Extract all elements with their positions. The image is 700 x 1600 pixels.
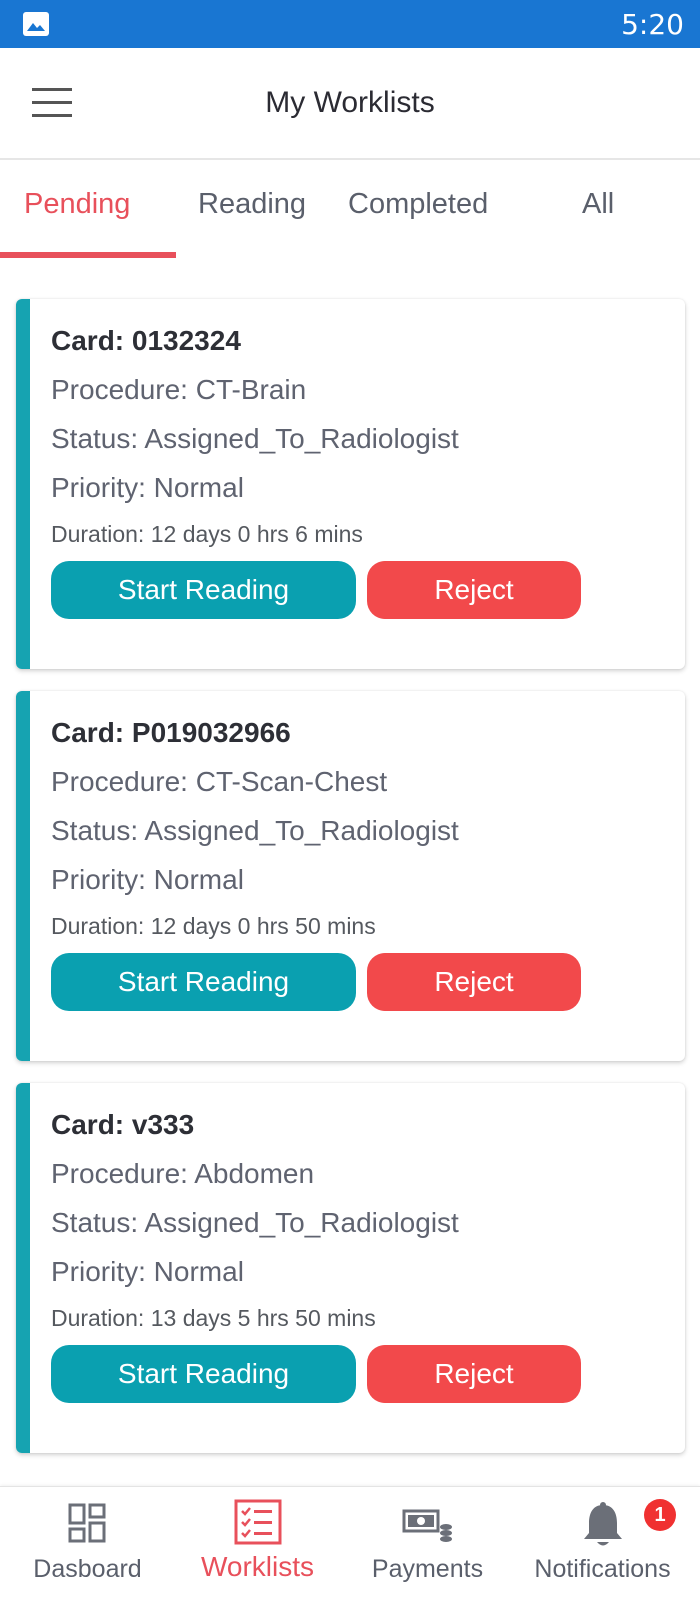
- card-procedure: Procedure: CT-Brain: [51, 374, 307, 405]
- tab-reading[interactable]: Reading: [198, 188, 306, 221]
- card-procedure: Procedure: CT-Scan-Chest: [51, 766, 388, 797]
- worklist-card[interactable]: Card: v333 Procedure: Abdomen Status: As…: [16, 1083, 685, 1453]
- card-status: Status: Assigned_To_Radiologist: [51, 815, 459, 846]
- worklist-card[interactable]: Card: P019032966 Procedure: CT-Scan-Ches…: [16, 691, 685, 1061]
- reject-button[interactable]: Reject: [367, 561, 581, 619]
- card-id: Card: 0132324: [51, 325, 241, 356]
- card-duration: Duration: 13 days 5 hrs 50 mins: [51, 1305, 376, 1331]
- page-title: My Worklists: [265, 86, 435, 119]
- card-duration: Duration: 12 days 0 hrs 6 mins: [51, 521, 363, 547]
- card-procedure: Procedure: Abdomen: [51, 1158, 315, 1189]
- image-icon: [23, 12, 49, 36]
- reject-button[interactable]: Reject: [367, 1345, 581, 1403]
- checklist-icon: [234, 1499, 281, 1545]
- nav-label: Worklists: [200, 1551, 315, 1582]
- payments-icon: [402, 1509, 452, 1542]
- tab-all[interactable]: All: [582, 188, 614, 221]
- nav-item-worklists[interactable]: Worklists: [170, 1487, 345, 1600]
- status-bar: 5:20: [0, 0, 700, 48]
- worklist-card[interactable]: Card: 0132324 Procedure: CT-Brain Status…: [16, 299, 685, 669]
- card-status: Status: Assigned_To_Radiologist: [51, 423, 459, 454]
- status-time: 5:20: [621, 8, 684, 41]
- tab-bar: Pending Reading Completed All: [0, 160, 700, 258]
- card-id: Card: v333: [51, 1109, 195, 1140]
- bell-icon: [583, 1502, 622, 1546]
- nav-label: Notifications: [534, 1555, 671, 1583]
- card-priority: Priority: Normal: [51, 864, 244, 895]
- start-reading-button[interactable]: Start Reading: [51, 1345, 356, 1403]
- nav-item-dashboard[interactable]: Dasboard: [0, 1487, 175, 1600]
- card-accent-bar: [16, 691, 30, 1061]
- card-priority: Priority: Normal: [51, 472, 244, 503]
- start-reading-button[interactable]: Start Reading: [51, 561, 356, 619]
- tab-pending[interactable]: Pending: [24, 188, 130, 221]
- card-accent-bar: [16, 299, 30, 669]
- active-tab-indicator: [0, 252, 176, 258]
- card-status: Status: Assigned_To_Radiologist: [51, 1207, 459, 1238]
- reject-button[interactable]: Reject: [367, 953, 581, 1011]
- bottom-nav: Dasboard Worklists Payments Notification…: [0, 1486, 700, 1600]
- card-priority: Priority: Normal: [51, 1256, 244, 1287]
- nav-label: Dasboard: [33, 1555, 142, 1583]
- tab-completed[interactable]: Completed: [348, 188, 488, 221]
- nav-item-payments[interactable]: Payments: [340, 1487, 515, 1600]
- nav-label: Payments: [371, 1555, 484, 1583]
- card-accent-bar: [16, 1083, 30, 1453]
- card-duration: Duration: 12 days 0 hrs 50 mins: [51, 913, 376, 939]
- start-reading-button[interactable]: Start Reading: [51, 953, 356, 1011]
- card-id: Card: P019032966: [51, 717, 291, 748]
- app-header: My Worklists: [0, 48, 700, 160]
- notification-badge: 1: [644, 1499, 676, 1531]
- dashboard-icon: [68, 1503, 105, 1543]
